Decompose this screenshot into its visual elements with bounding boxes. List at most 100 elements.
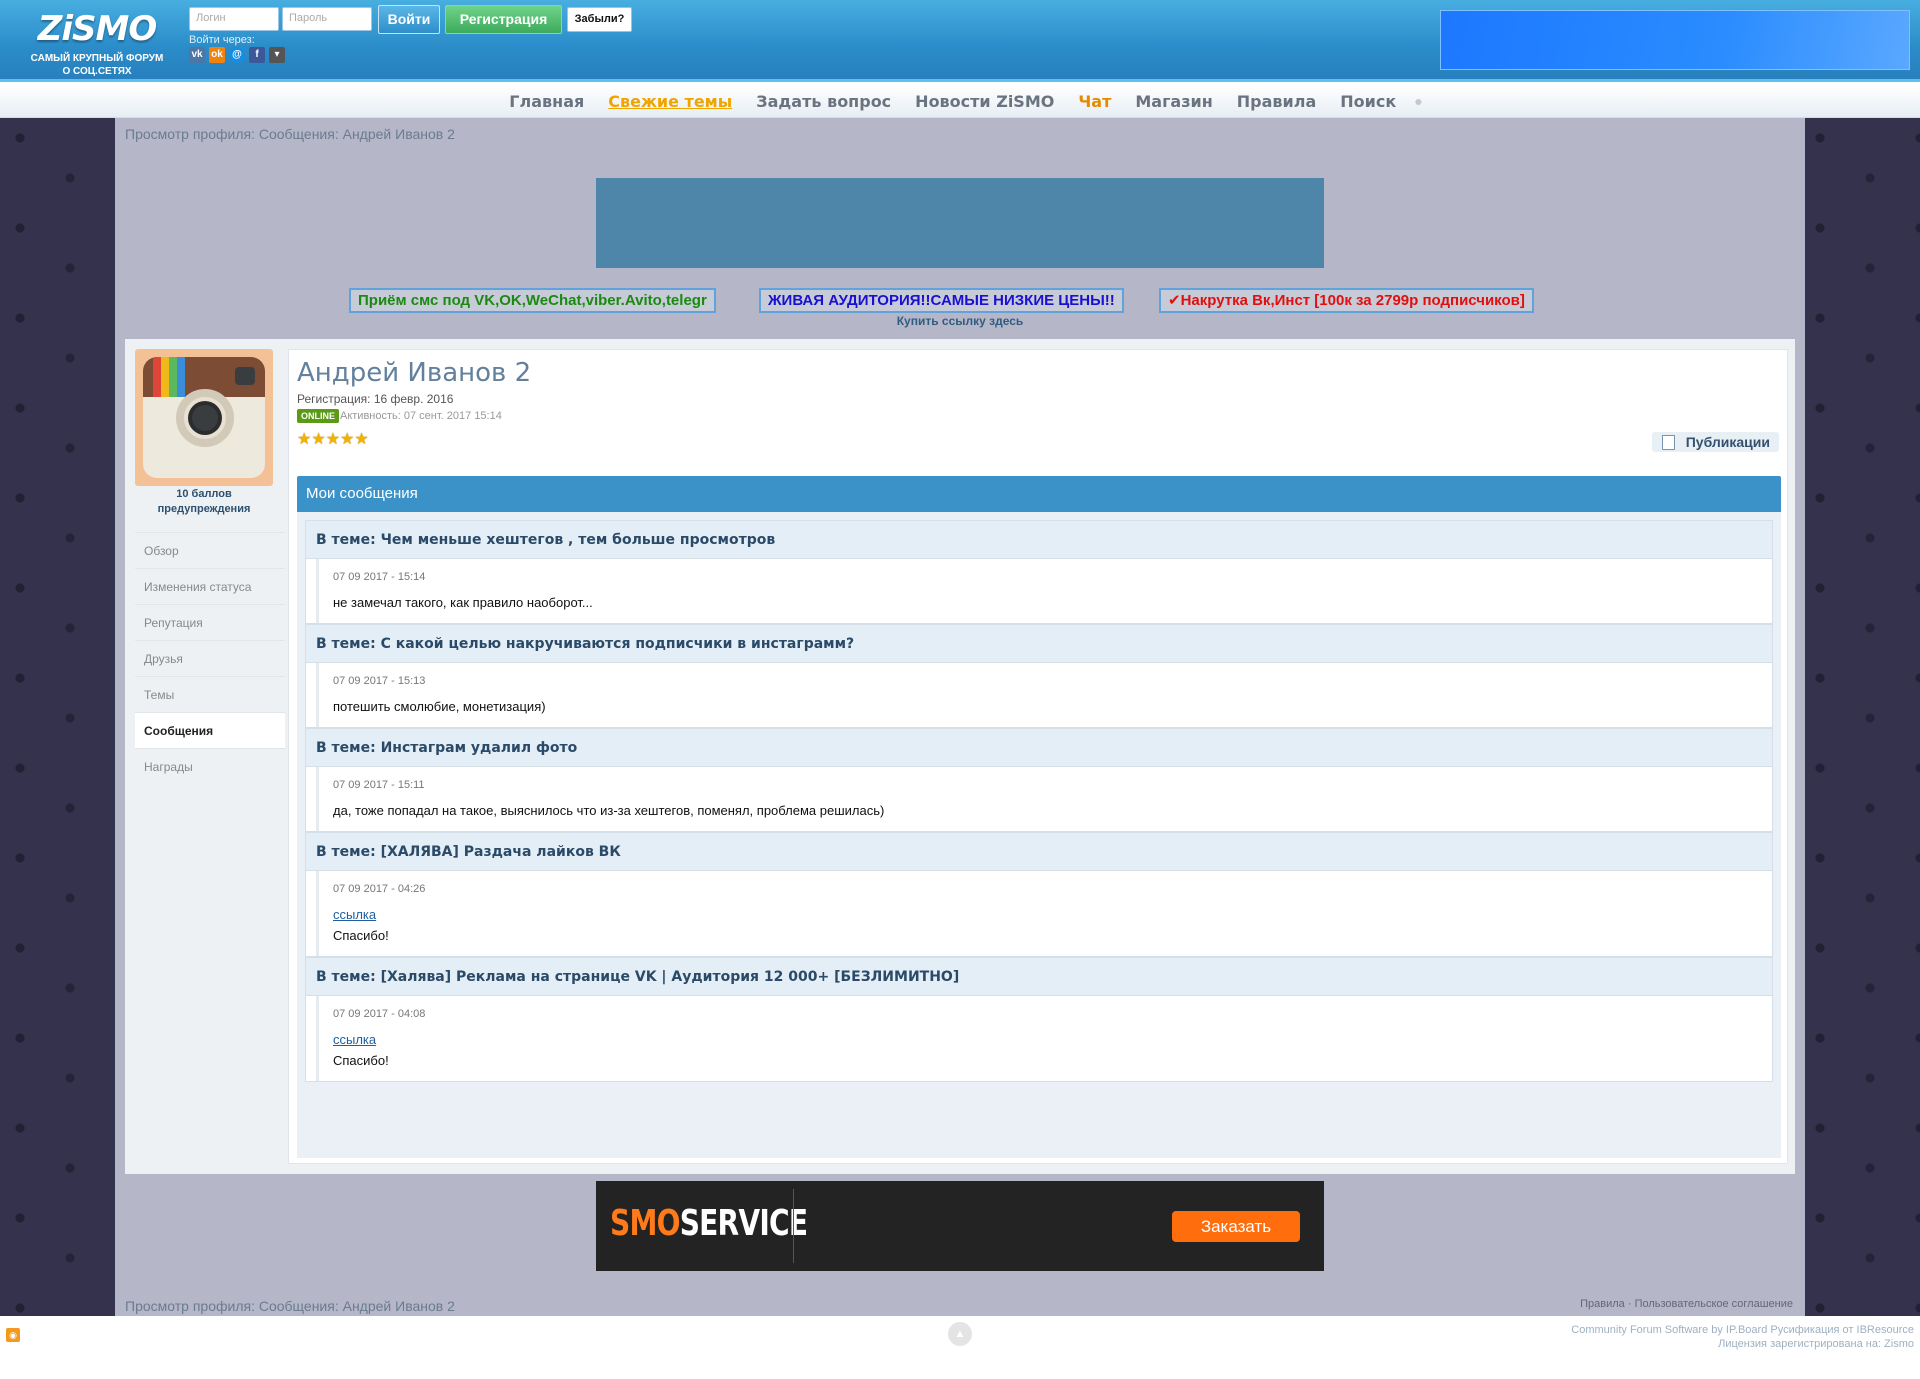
star-icon: ★ xyxy=(340,431,355,448)
nav-rules[interactable]: Правила xyxy=(1225,92,1329,111)
post-topic-link[interactable]: В теме: Инстаграм удалил фото xyxy=(306,729,1772,767)
post-text: не замечал такого, как правило наоборот.… xyxy=(333,595,593,610)
post-item: В теме: [Халява] Реклама на странице VK … xyxy=(305,957,1773,1082)
nav-fresh-topics[interactable]: Свежие темы xyxy=(596,92,744,111)
post-item: В теме: С какой целью накручиваются подп… xyxy=(305,624,1773,728)
post-text: Спасибо! xyxy=(333,928,389,943)
site-logo[interactable]: ZiSMO САМЫЙ КРУПНЫЙ ФОРУМ О СОЦ.СЕТЯХ xyxy=(12,6,182,78)
avatar[interactable] xyxy=(135,349,273,486)
bottom-ad-banner[interactable]: SMOSERVICE Заказать xyxy=(596,1181,1324,1271)
scroll-to-top-icon[interactable]: ▲ xyxy=(948,1322,972,1346)
profile-menu-topics[interactable]: Темы xyxy=(135,676,285,712)
post-topic-link[interactable]: В теме: Чем меньше хештегов , тем больше… xyxy=(306,521,1772,559)
vk-icon[interactable]: vk xyxy=(189,47,205,63)
nav-chat[interactable]: Чат xyxy=(1066,92,1123,111)
post-date: 07 09 2017 - 04:26 xyxy=(333,883,426,895)
nav-home[interactable]: Главная xyxy=(497,92,596,111)
profile-menu-status-changes[interactable]: Изменения статуса xyxy=(135,568,285,604)
more-icon[interactable]: ▾ xyxy=(269,47,285,63)
order-button[interactable]: Заказать xyxy=(1172,1211,1300,1242)
ad-brand-a: SMO xyxy=(610,1203,680,1244)
breadcrumb-bottom[interactable]: Просмотр профиля: Сообщения: Андрей Иван… xyxy=(125,1298,455,1314)
top-ad-banner[interactable] xyxy=(596,178,1324,268)
footer-rules-link[interactable]: Правила xyxy=(1580,1298,1625,1310)
login-input[interactable]: Логин xyxy=(189,7,279,31)
post-item: В теме: Инстаграм удалил фото 07 09 2017… xyxy=(305,728,1773,832)
warning-points[interactable]: 10 баллов предупреждения xyxy=(135,487,273,517)
content-panel: Просмотр профиля: Сообщения: Андрей Иван… xyxy=(115,118,1805,1316)
warning-points-label: предупреждения xyxy=(157,503,251,515)
profile-menu-awards[interactable]: Награды xyxy=(135,748,285,784)
logo-text: ZiSMO xyxy=(37,9,158,49)
post-topic-link[interactable]: В теме: С какой целью накручиваются подп… xyxy=(306,625,1772,663)
login-placeholder: Логин xyxy=(196,12,226,24)
ad-brand: SMOSERVICE xyxy=(610,1203,808,1244)
register-button[interactable]: Регистрация xyxy=(445,5,562,34)
warning-points-value: 10 баллов xyxy=(176,488,232,500)
nav-news[interactable]: Новости ZiSMO xyxy=(903,92,1066,111)
logo-slogan-2: О СОЦ.СЕТЯХ xyxy=(62,66,132,77)
post-topic-link[interactable]: В теме: [Халява] Реклама на странице VK … xyxy=(306,958,1772,996)
password-input[interactable]: Пароль xyxy=(282,7,372,31)
login-via-label: Войти через: xyxy=(189,34,255,46)
post-item: В теме: Чем меньше хештегов , тем больше… xyxy=(305,520,1773,624)
publications-button[interactable]: Публикации xyxy=(1651,432,1779,452)
nav-ask-question[interactable]: Задать вопрос xyxy=(744,92,903,111)
main-navigation: Главная Свежие темы Задать вопрос Новост… xyxy=(0,85,1920,118)
post-date: 07 09 2017 - 15:14 xyxy=(333,571,426,583)
footer-links: Правила · Пользовательское соглашение xyxy=(1580,1298,1793,1310)
footer-agreement-link[interactable]: Пользовательское соглашение xyxy=(1635,1298,1793,1310)
profile-container: 10 баллов предупреждения Обзор Изменения… xyxy=(125,339,1795,1174)
promo-link-sms[interactable]: Приём смс под VK,OK,WeChat,viber.Avito,t… xyxy=(349,288,716,313)
credits-software[interactable]: Community Forum Software by IP.Board Рус… xyxy=(1571,1323,1914,1337)
ad-brand-b: SERVICE xyxy=(679,1203,808,1244)
publications-label: Публикации xyxy=(1685,434,1770,450)
profile-menu-friends[interactable]: Друзья xyxy=(135,640,285,676)
post-date: 07 09 2017 - 15:13 xyxy=(333,675,426,687)
site-header: ZiSMO САМЫЙ КРУПНЫЙ ФОРУМ О СОЦ.СЕТЯХ Ло… xyxy=(0,0,1920,82)
post-link[interactable]: ссылка xyxy=(333,907,1758,922)
post-date: 07 09 2017 - 15:11 xyxy=(333,779,425,791)
rating-stars: ★ ★ ★ ★ ★ xyxy=(297,432,369,448)
buy-link[interactable]: Купить ссылку здесь xyxy=(115,314,1805,328)
post-text: Спасибо! xyxy=(333,1053,389,1068)
promo-link-audience[interactable]: ЖИВАЯ АУДИТОРИЯ!!САМЫЕ НИЗКИЕ ЦЕНЫ!! xyxy=(759,288,1124,313)
breadcrumb-top[interactable]: Просмотр профиля: Сообщения: Андрей Иван… xyxy=(125,126,455,142)
logo-slogan-1: САМЫЙ КРУПНЫЙ ФОРУМ xyxy=(30,53,164,64)
profile-username: Андрей Иванов 2 xyxy=(297,358,532,388)
rss-icon[interactable]: ◉ xyxy=(6,1328,20,1342)
facebook-icon[interactable]: f xyxy=(249,47,265,63)
nav-shop[interactable]: Магазин xyxy=(1123,92,1224,111)
promo-text-audience: ЖИВАЯ АУДИТОРИЯ!!САМЫЕ НИЗКИЕ ЦЕНЫ!! xyxy=(768,292,1115,309)
social-login-icons: vk ok @ f ▾ xyxy=(189,47,285,63)
mailru-icon[interactable]: @ xyxy=(229,47,245,63)
star-icon: ★ xyxy=(297,431,312,448)
document-icon xyxy=(1661,435,1675,450)
last-activity: Активность: 07 сент. 2017 15:14 xyxy=(340,410,502,422)
promo-text-sms: Приём смс под VK,OK,WeChat,viber.Avito,t… xyxy=(358,292,707,309)
post-link[interactable]: ссылка xyxy=(333,1032,1758,1047)
nav-search[interactable]: Поиск xyxy=(1328,92,1408,111)
login-button[interactable]: Войти xyxy=(378,5,440,34)
header-ad-banner[interactable] xyxy=(1440,10,1910,70)
profile-menu-reputation[interactable]: Репутация xyxy=(135,604,285,640)
promo-link-boost[interactable]: ✔Накрутка Вк,Инст [100к за 2799р подписч… xyxy=(1159,288,1534,313)
promo-text-boost: ✔Накрутка Вк,Инст [100к за 2799р подписч… xyxy=(1168,292,1525,309)
forgot-password-button[interactable]: Забыли? xyxy=(567,7,632,32)
instagram-icon xyxy=(143,357,265,478)
online-badge: ONLINE xyxy=(297,409,340,423)
profile-menu-overview[interactable]: Обзор xyxy=(135,532,285,568)
posts-list: В теме: Чем меньше хештегов , тем больше… xyxy=(297,512,1781,1158)
my-posts-header: Мои сообщения xyxy=(297,476,1781,512)
location-pin-icon[interactable]: ● xyxy=(1408,93,1422,109)
odnoklassniki-icon[interactable]: ok xyxy=(209,47,225,63)
post-topic-link[interactable]: В теме: [ХАЛЯВА] Раздача лайков ВК xyxy=(306,833,1772,871)
star-icon: ★ xyxy=(354,431,369,448)
password-placeholder: Пароль xyxy=(289,12,328,24)
post-text: да, тоже попадал на такое, выяснилось чт… xyxy=(333,803,885,818)
profile-main: Андрей Иванов 2 Регистрация: 16 февр. 20… xyxy=(288,349,1788,1164)
star-icon: ★ xyxy=(325,431,341,448)
footer-credits: Community Forum Software by IP.Board Рус… xyxy=(1571,1323,1914,1351)
profile-menu-posts[interactable]: Сообщения xyxy=(135,712,285,748)
profile-menu: Обзор Изменения статуса Репутация Друзья… xyxy=(135,532,285,784)
